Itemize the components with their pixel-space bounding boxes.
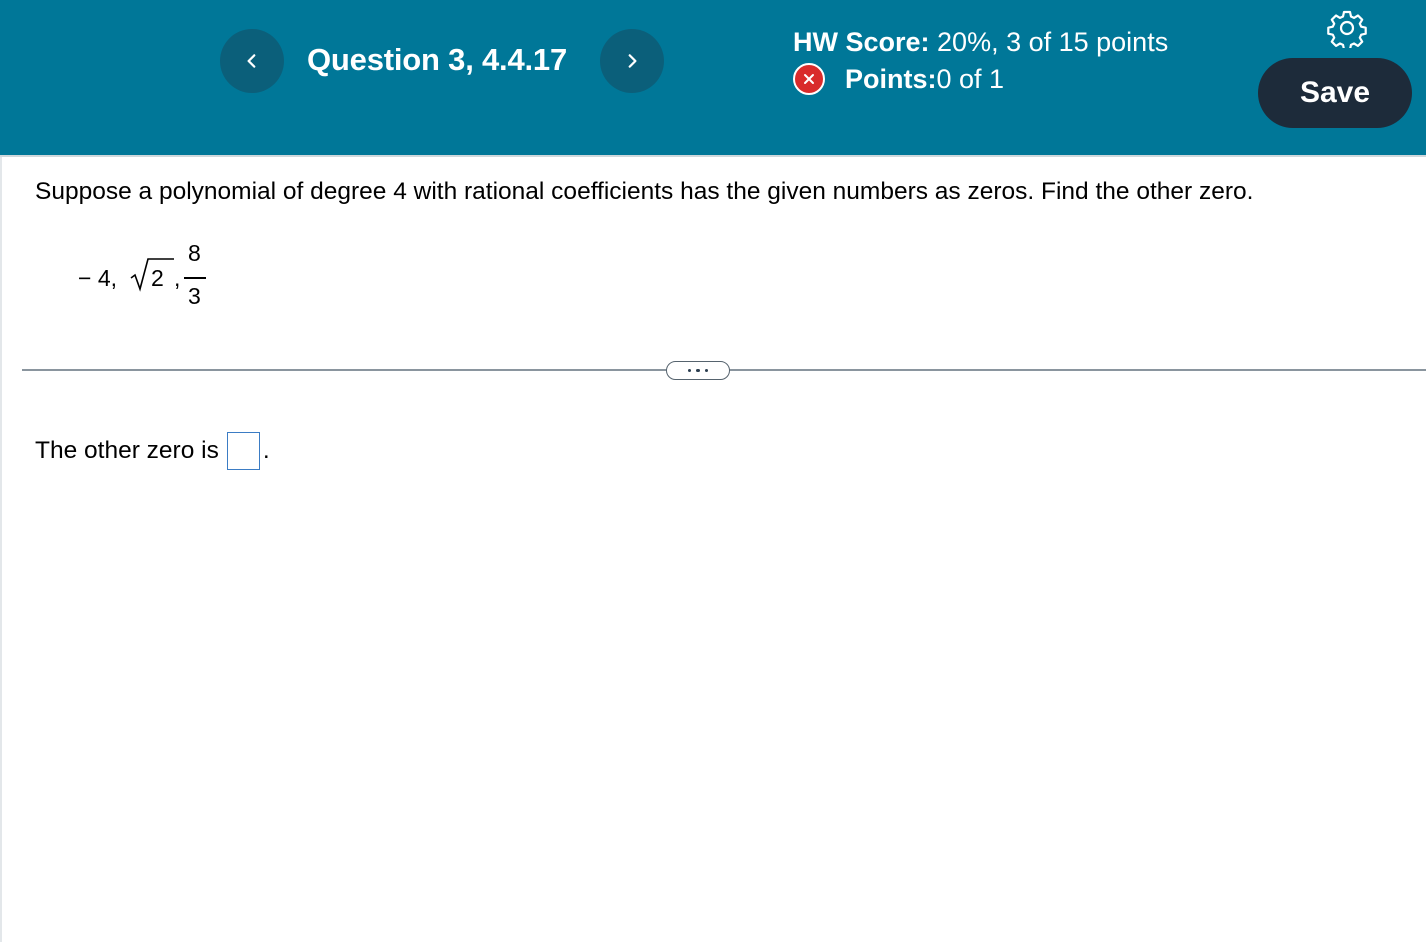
answer-prefix: The other zero is [35, 437, 219, 464]
dot-icon [704, 368, 709, 373]
x-circle-icon [793, 63, 825, 95]
question-title: Question 3, 4.4.17 [307, 42, 568, 77]
chevron-right-icon [628, 54, 637, 68]
hw-score-value: 20%, 3 of 15 points [929, 27, 1169, 57]
zero-fraction-denominator: 3 [188, 283, 201, 309]
answer-row: The other zero is . [35, 432, 270, 470]
zero-neg-four: − 4, [78, 265, 118, 291]
next-question-button[interactable] [600, 29, 664, 93]
dot-icon [687, 368, 692, 373]
hw-score-label: HW Score: [793, 27, 930, 57]
answer-suffix: . [262, 437, 270, 464]
points-label: Points: [845, 63, 937, 94]
dot-icon [696, 368, 700, 373]
header-divider [0, 155, 1426, 157]
zero-sqrt-radicand: 2 [151, 265, 164, 291]
chevron-left-icon [247, 54, 256, 68]
points-status: Points: 0 of 1 [793, 63, 1004, 95]
save-button[interactable]: Save [1258, 58, 1412, 128]
points-value: 0 of 1 [936, 63, 1005, 94]
previous-question-button[interactable] [220, 29, 284, 93]
left-border [0, 157, 2, 942]
fraction-bar [184, 277, 206, 279]
hw-score: HW Score: 20%, 3 of 15 points [793, 27, 1168, 58]
expand-more-button[interactable] [666, 361, 730, 380]
answer-input[interactable] [226, 432, 260, 470]
zero-separator: , [174, 265, 181, 291]
zero-fraction-numerator: 8 [188, 240, 201, 266]
gear-icon[interactable] [1327, 8, 1367, 48]
header-bar: Question 3, 4.4.17 HW Score: 20%, 3 of 1… [0, 0, 1426, 155]
question-prompt: Suppose a polynomial of degree 4 with ra… [35, 178, 1254, 205]
